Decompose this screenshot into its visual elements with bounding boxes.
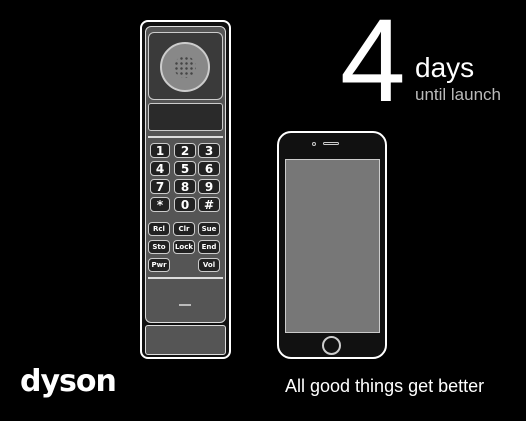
dyson-logo: dyson — [20, 364, 117, 399]
key-sto: Sto — [148, 240, 170, 254]
phone-display — [148, 103, 223, 131]
key-rcl: Rcl — [148, 222, 170, 236]
countdown-caption: until launch — [415, 85, 502, 104]
key-8: 8 — [174, 179, 196, 194]
divider — [148, 136, 223, 138]
key-2: 2 — [174, 143, 196, 158]
home-button — [322, 336, 341, 355]
camera-icon — [312, 142, 316, 146]
earpiece-icon — [323, 142, 339, 145]
key-7: 7 — [150, 179, 170, 194]
tagline: All good things get better — [285, 376, 485, 396]
countdown-number: 4 — [340, 0, 406, 127]
key-star: * — [150, 197, 170, 212]
key-sue: Sue — [198, 222, 220, 236]
phone-base — [145, 325, 226, 355]
key-pwr: Pwr — [148, 258, 170, 272]
key-hash: # — [198, 197, 220, 212]
speaker-grille-icon — [160, 42, 210, 92]
smartphone-screen — [285, 159, 380, 333]
microphone-slot — [179, 304, 191, 306]
key-vol: Vol — [198, 258, 220, 272]
key-clr: Clr — [173, 222, 195, 236]
countdown-unit: days — [415, 52, 475, 83]
key-3: 3 — [198, 143, 220, 158]
key-9: 9 — [198, 179, 220, 194]
key-1: 1 — [150, 143, 170, 158]
key-end: End — [198, 240, 220, 254]
divider — [148, 277, 223, 279]
key-0: 0 — [174, 197, 196, 212]
key-4: 4 — [150, 161, 170, 176]
key-lock: Lock — [173, 240, 195, 254]
key-5: 5 — [174, 161, 196, 176]
key-6: 6 — [198, 161, 220, 176]
